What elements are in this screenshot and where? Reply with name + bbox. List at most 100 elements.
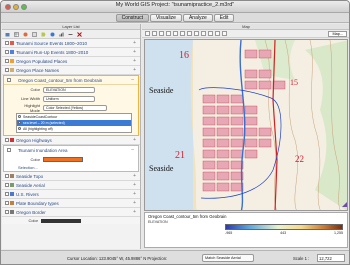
- layer-visibility-checkbox[interactable]: [5, 50, 9, 54]
- map-panel: Map Map... 16 15 21 22 Seaside Seaside O…: [142, 24, 349, 249]
- svg-text:16: 16: [179, 50, 189, 61]
- layer-swatch: [10, 174, 14, 178]
- collapse-icon[interactable]: –: [131, 146, 134, 155]
- select-icon[interactable]: [194, 31, 199, 36]
- layer-swatch: [10, 50, 14, 54]
- layer-item[interactable]: Tsunami Run-Up Events 1800–2010 +: [2, 48, 140, 57]
- layer-visibility-checkbox[interactable]: [5, 183, 9, 187]
- layers-icon[interactable]: [222, 31, 227, 36]
- refresh-icon[interactable]: [215, 31, 220, 36]
- tools-icon[interactable]: [68, 32, 73, 37]
- chart-icon[interactable]: [59, 32, 64, 37]
- layer-label: U.S. Rivers: [16, 191, 39, 197]
- expand-icon[interactable]: +: [133, 49, 136, 55]
- layer-item[interactable]: Seaside Topo +: [2, 172, 140, 181]
- highlight-option[interactable]: All (highlighting off): [17, 126, 131, 132]
- tab-edit[interactable]: Edit: [213, 14, 235, 22]
- layer-visibility-checkbox[interactable]: [5, 68, 9, 72]
- layer-visibility-checkbox[interactable]: [5, 41, 9, 45]
- identify-icon[interactable]: [173, 31, 178, 36]
- svg-text:15: 15: [290, 78, 298, 87]
- full-extent-icon[interactable]: [208, 31, 213, 36]
- selection-row: Selection...: [4, 164, 138, 171]
- radio-icon[interactable]: [18, 127, 21, 130]
- layer-visibility-checkbox[interactable]: [5, 138, 9, 142]
- zoom-out-icon[interactable]: [159, 31, 164, 36]
- highlight-mode-select[interactable]: Color Selected (Yellow): [43, 104, 107, 111]
- place-label: Seaside: [149, 86, 174, 95]
- color-select[interactable]: ELEVATION: [43, 86, 95, 93]
- layer-visibility-checkbox[interactable]: [5, 174, 9, 178]
- map-select[interactable]: Map...: [328, 30, 347, 37]
- color-swatch-button[interactable]: [41, 218, 81, 223]
- expand-icon[interactable]: +: [133, 191, 136, 197]
- radio-icon[interactable]: [18, 115, 21, 118]
- expand-icon[interactable]: +: [133, 67, 136, 73]
- title-bar: My World GIS Project: "tsunamipractice_2…: [1, 1, 349, 13]
- table-icon[interactable]: [14, 31, 19, 37]
- draw-icon[interactable]: [187, 31, 192, 36]
- zoom-in-icon[interactable]: [152, 31, 157, 36]
- layer-swatch: [10, 41, 14, 45]
- expand-icon[interactable]: +: [133, 40, 136, 46]
- line-width-select[interactable]: Uniform: [43, 95, 95, 102]
- map-legend: Oregon Coast_contour_5m from Geobrain EL…: [144, 212, 348, 248]
- pointer-tool-icon[interactable]: [145, 31, 150, 36]
- tab-construct[interactable]: Construct: [115, 14, 150, 22]
- layer-visibility-checkbox[interactable]: [7, 78, 11, 82]
- layer-swatch: [10, 201, 14, 205]
- scale-label: Scale 1 :: [293, 256, 310, 261]
- layer-visibility-checkbox[interactable]: [5, 201, 9, 205]
- layer-swatch: [10, 192, 14, 196]
- tab-analyze[interactable]: Analyze: [182, 14, 213, 22]
- layer-item[interactable]: Tsunami Source Events 1800–2010 +: [2, 39, 140, 48]
- delete-layer-icon[interactable]: [77, 31, 82, 37]
- map-graphic: 16 15 21 22: [145, 40, 347, 210]
- open-layer-icon[interactable]: [5, 32, 10, 37]
- layer-item[interactable]: Plate Boundary types +: [2, 199, 140, 208]
- expand-icon[interactable]: +: [133, 137, 136, 143]
- layer-visibility-checkbox[interactable]: [5, 192, 9, 196]
- resize-handle-icon[interactable]: [342, 200, 348, 207]
- layer-label: Oregon Populated Places: [16, 58, 68, 64]
- tab-visualize[interactable]: Visualize: [150, 14, 182, 22]
- info-icon[interactable]: [50, 32, 55, 37]
- layer-swatch: [10, 183, 14, 187]
- expand-icon[interactable]: +: [133, 200, 136, 206]
- projection-select[interactable]: Match Seaside Aerial: [202, 254, 254, 262]
- option-label: SeasideCoastContour: [23, 115, 58, 119]
- ramp-tick: 1,255: [333, 231, 343, 235]
- map-canvas[interactable]: 16 15 21 22 Seaside Seaside: [144, 39, 348, 211]
- measure-icon[interactable]: [180, 31, 185, 36]
- expand-icon[interactable]: +: [133, 173, 136, 179]
- layer-item[interactable]: Oregon Highways +: [2, 136, 140, 145]
- collapse-icon[interactable]: –: [131, 76, 134, 85]
- ramp-ticks: -965 443 1,255: [225, 231, 343, 235]
- layer-visibility-checkbox[interactable]: [5, 59, 9, 63]
- layer-item[interactable]: Oregon Populated Places +: [2, 57, 140, 66]
- layer-visibility-checkbox[interactable]: [5, 210, 9, 214]
- layer-item[interactable]: Oregon Border +: [2, 208, 140, 217]
- selection-link[interactable]: Selection...: [18, 165, 38, 170]
- expanded-layer-header[interactable]: Tsunami Inundation Area –: [4, 146, 138, 155]
- color-swatch-button[interactable]: [43, 157, 83, 162]
- elevation-color-ramp: [225, 224, 343, 230]
- buffer-icon[interactable]: [23, 32, 28, 37]
- highlight-mode-label: Highlight Mode: [24, 102, 40, 113]
- expanded-layer-header[interactable]: Oregon Coast_contour_5m from Geobrain –: [4, 76, 138, 85]
- properties-icon[interactable]: [32, 31, 37, 37]
- tag-icon[interactable]: [41, 32, 46, 37]
- layer-item[interactable]: Seaside Aerial +: [2, 181, 140, 190]
- layer-item[interactable]: Oregon Place Names +: [2, 66, 140, 75]
- radio-icon[interactable]: [18, 121, 21, 124]
- expand-icon[interactable]: +: [133, 58, 136, 64]
- expand-icon[interactable]: +: [133, 182, 136, 188]
- label-icon[interactable]: [201, 31, 206, 36]
- expanded-layer-inundation: Tsunami Inundation Area – Color Selectio…: [3, 145, 139, 172]
- scale-input[interactable]: 12,722: [317, 254, 345, 262]
- layer-visibility-checkbox[interactable]: [7, 148, 11, 152]
- pan-icon[interactable]: [166, 31, 171, 36]
- expand-icon[interactable]: +: [133, 209, 136, 215]
- svg-text:21: 21: [175, 150, 185, 161]
- layer-item[interactable]: U.S. Rivers +: [2, 190, 140, 199]
